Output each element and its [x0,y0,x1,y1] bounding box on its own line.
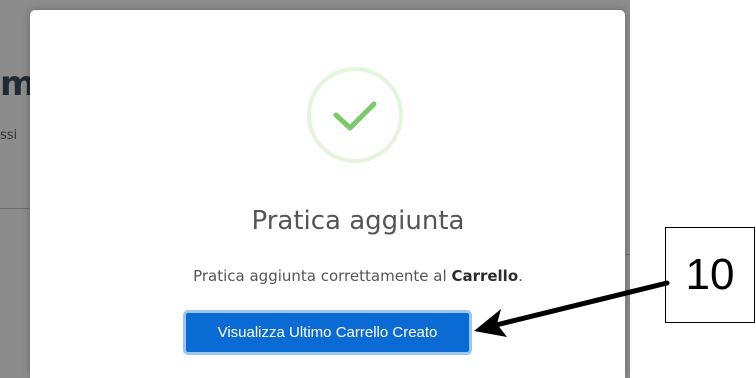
callout-arrow-icon [474,280,670,337]
